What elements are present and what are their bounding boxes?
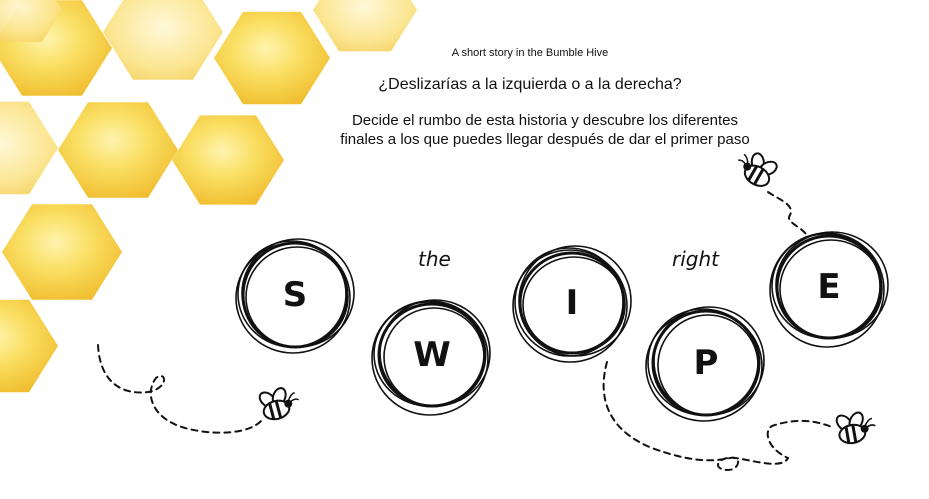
logo-letter-s: S — [230, 230, 360, 360]
story-description: Decide el rumbo de esta historia y descu… — [340, 112, 750, 148]
honeycomb-cell — [0, 101, 58, 195]
logo-letter-i: I — [507, 238, 637, 368]
logo-letter-label: W — [413, 335, 451, 375]
logo-letter-w: W — [367, 290, 497, 420]
logo-letter-label: P — [693, 343, 719, 383]
logo-word-right: right — [672, 247, 719, 271]
logo-letter-label: S — [282, 275, 308, 315]
honeycomb-cell — [58, 102, 178, 198]
story-subtitle: A short story in the Bumble Hive — [451, 47, 609, 59]
bee-icon — [738, 152, 778, 187]
honeycomb-cell — [313, 0, 417, 52]
honeycomb-cell — [172, 115, 284, 205]
logo-letter-label: E — [817, 267, 841, 307]
honeycomb-cell — [103, 0, 223, 80]
bee-icon — [835, 411, 876, 445]
honeycomb-cell — [2, 204, 122, 300]
logo-word-the: the — [418, 247, 451, 271]
honeycomb-cell — [0, 299, 58, 393]
logo-letter-p: P — [641, 298, 771, 428]
swipe-story-page: A short story in the Bumble Hive ¿Desliz… — [0, 0, 929, 499]
logo-letter-label: I — [565, 283, 579, 323]
logo-letter-e: E — [764, 222, 894, 352]
story-question: ¿Deslizarías a la izquierda o a la derec… — [378, 76, 682, 93]
